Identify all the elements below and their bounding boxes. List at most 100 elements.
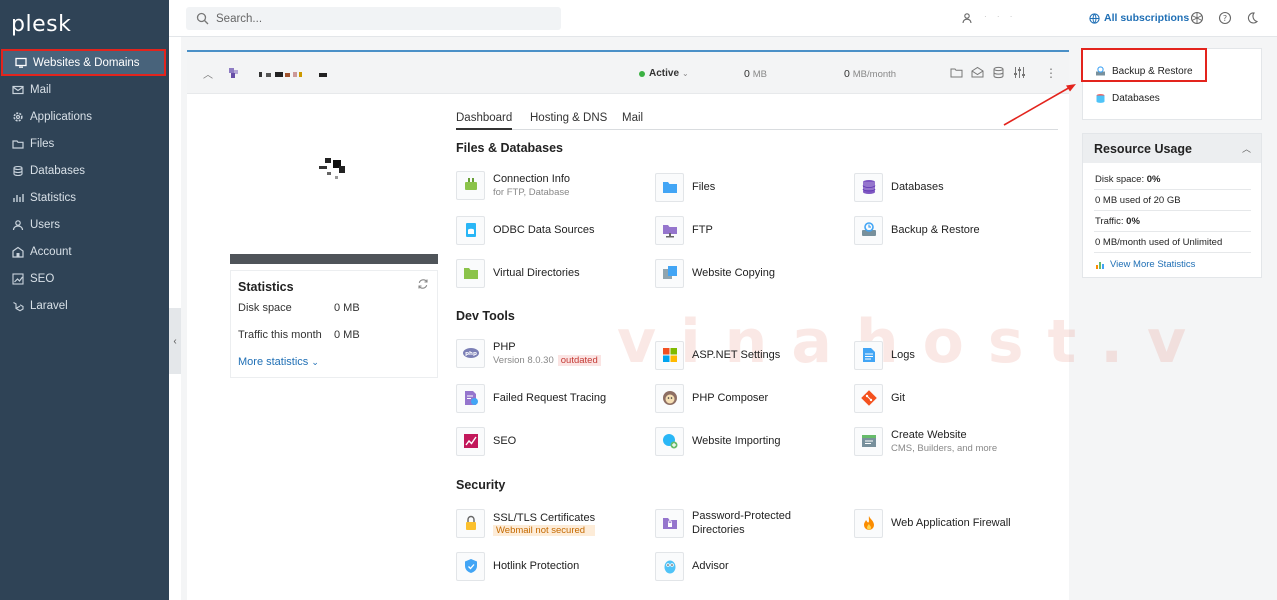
mail-icon (12, 84, 24, 96)
tool-php[interactable]: php PHP Version 8.0.30 outdated (456, 337, 601, 369)
traffic-usage-value: 0 MB/month (844, 68, 896, 80)
tool-label-line2: Directories (692, 524, 745, 536)
sidebar-item-label: Laravel (30, 299, 68, 312)
sidebar-collapse-toggle[interactable]: ‹ (169, 308, 181, 374)
resource-usage-header[interactable]: Resource Usage ︿ (1083, 134, 1261, 163)
sidebar-item-mail[interactable]: Mail (0, 76, 169, 103)
more-statistics-link[interactable]: More statistics ⌄ (238, 356, 319, 368)
advisor-owl-icon (655, 551, 684, 581)
tool-ftp[interactable]: FTP (655, 214, 713, 246)
tool-databases[interactable]: Databases (854, 171, 944, 203)
tool-label: Files (692, 181, 716, 193)
tab-hosting-dns[interactable]: Hosting & DNS (530, 112, 607, 128)
traffic-percent: 0% (1126, 216, 1140, 227)
tab-mail[interactable]: Mail (622, 112, 643, 128)
sidebar: plesk Websites & Domains Mail Applicatio… (0, 0, 169, 600)
sidebar-item-label: Applications (30, 110, 93, 123)
tool-label: Connection Info (493, 172, 571, 185)
tool-backup-restore[interactable]: Backup & Restore (854, 214, 980, 246)
tool-connection-info[interactable]: Connection Info for FTP, Database (456, 169, 570, 201)
user-name-redacted: · · · (984, 12, 1017, 21)
theme-toggle-icon[interactable] (1245, 11, 1259, 25)
sidebar-item-label: Websites & Domains (33, 56, 140, 69)
tool-logs[interactable]: Logs (854, 339, 915, 371)
sidebar-item-seo[interactable]: SEO (0, 265, 169, 292)
tool-advisor[interactable]: Advisor (655, 550, 729, 582)
tool-hotlink-protection[interactable]: Hotlink Protection (456, 550, 579, 582)
seo-icon (12, 272, 24, 285)
tool-label: Backup & Restore (891, 224, 980, 236)
sidebar-item-label: Files (30, 137, 55, 150)
chevron-up-icon: ︿ (1241, 144, 1251, 154)
disk-unit: MB (752, 69, 768, 80)
settings-sliders-icon[interactable] (1013, 66, 1026, 79)
domain-favicon-icon (229, 68, 238, 78)
tool-label: Failed Request Tracing (493, 392, 607, 404)
tool-failed-request-tracing[interactable]: Failed Request Tracing (456, 382, 606, 414)
git-icon (854, 383, 883, 413)
tool-virtual-directories[interactable]: Virtual Directories (456, 257, 580, 289)
tool-files[interactable]: Files (655, 171, 715, 203)
tool-website-importing[interactable]: Website Importing (655, 425, 780, 457)
view-more-statistics-label: View More Statistics (1110, 259, 1196, 270)
sidebar-item-applications[interactable]: Applications (0, 103, 169, 130)
sidebar-item-label: Mail (30, 83, 52, 96)
backup-restore-highlight-box (1081, 48, 1207, 82)
disk-value: 0 (744, 68, 750, 80)
sidebar-item-files[interactable]: Files (0, 130, 169, 157)
tool-ssl-certificates[interactable]: SSL/TLS Certificates Webmail not secured (456, 507, 596, 539)
domain-name-redacted[interactable] (259, 72, 329, 77)
tool-git[interactable]: Git (854, 382, 905, 414)
tool-aspnet-settings[interactable]: ASP.NET Settings (655, 339, 780, 371)
lock-icon (456, 508, 485, 538)
divider (1094, 189, 1251, 190)
all-subscriptions-label: All subscriptions (1104, 12, 1190, 24)
traffic-value: 0 (844, 68, 850, 80)
database-icon[interactable] (992, 66, 1005, 79)
mail-icon[interactable] (971, 66, 984, 79)
sidebar-item-statistics[interactable]: Statistics (0, 184, 169, 211)
annotation-arrow (1003, 84, 1076, 126)
globe-icon (1089, 12, 1100, 24)
tool-seo[interactable]: SEO (456, 425, 516, 457)
all-subscriptions-button[interactable]: All subscriptions (1089, 12, 1189, 24)
account-icon (12, 246, 24, 258)
quick-link-databases[interactable]: Databases (1095, 93, 1160, 104)
refresh-icon[interactable] (417, 278, 429, 290)
disk-usage-value: 0 MB (744, 68, 767, 80)
tool-web-application-firewall[interactable]: Web Application Firewall (854, 507, 1011, 539)
tool-odbc[interactable]: ODBC Data Sources (456, 214, 594, 246)
resource-usage-title: Resource Usage (1094, 142, 1192, 156)
sidebar-item-users[interactable]: Users (0, 211, 169, 238)
plesk-logo[interactable]: plesk (11, 12, 71, 37)
folder-green-icon (456, 258, 485, 288)
windows-icon (655, 340, 684, 370)
tool-label: Website Copying (692, 267, 775, 279)
more-options-icon[interactable]: ⋮ (1045, 66, 1057, 80)
collapse-caret-icon[interactable]: ︿ (203, 66, 213, 81)
topbar: Search... · · · All subscriptions ? (169, 0, 1277, 37)
status-badge[interactable]: Active ⌄ (639, 68, 689, 79)
website-preview-thumbnail[interactable] (317, 156, 351, 184)
sidebar-item-account[interactable]: Account (0, 238, 169, 265)
tool-php-composer[interactable]: PHP Composer (655, 382, 768, 414)
domain-panel: ︿ Active ⌄ 0 MB 0 MB/month ⋮ Statistics … (187, 50, 1186, 600)
sidebar-item-websites-domains[interactable]: Websites & Domains (1, 49, 166, 76)
tab-dashboard[interactable]: Dashboard (456, 112, 513, 130)
tool-label: PHP (493, 340, 516, 353)
tool-website-copying[interactable]: Website Copying (655, 257, 775, 289)
tool-create-website[interactable]: Create Website CMS, Builders, and more (854, 425, 997, 457)
tool-password-protected-directories[interactable]: Password-Protected Directories (655, 507, 791, 539)
search-input[interactable]: Search... (186, 7, 561, 30)
monitor-icon (15, 57, 27, 69)
help-icon[interactable]: ? (1218, 11, 1232, 25)
tool-label: Web Application Firewall (891, 517, 1011, 529)
folder-icon[interactable] (950, 66, 963, 79)
sidebar-item-laravel[interactable]: Laravel (0, 292, 169, 319)
user-icon[interactable] (961, 12, 973, 24)
extensions-icon[interactable] (1190, 11, 1204, 25)
sidebar-item-databases[interactable]: Databases (0, 157, 169, 184)
view-more-statistics-link[interactable]: View More Statistics (1095, 259, 1195, 270)
svg-text:?: ? (1223, 14, 1227, 23)
more-statistics-label: More statistics (238, 356, 309, 368)
